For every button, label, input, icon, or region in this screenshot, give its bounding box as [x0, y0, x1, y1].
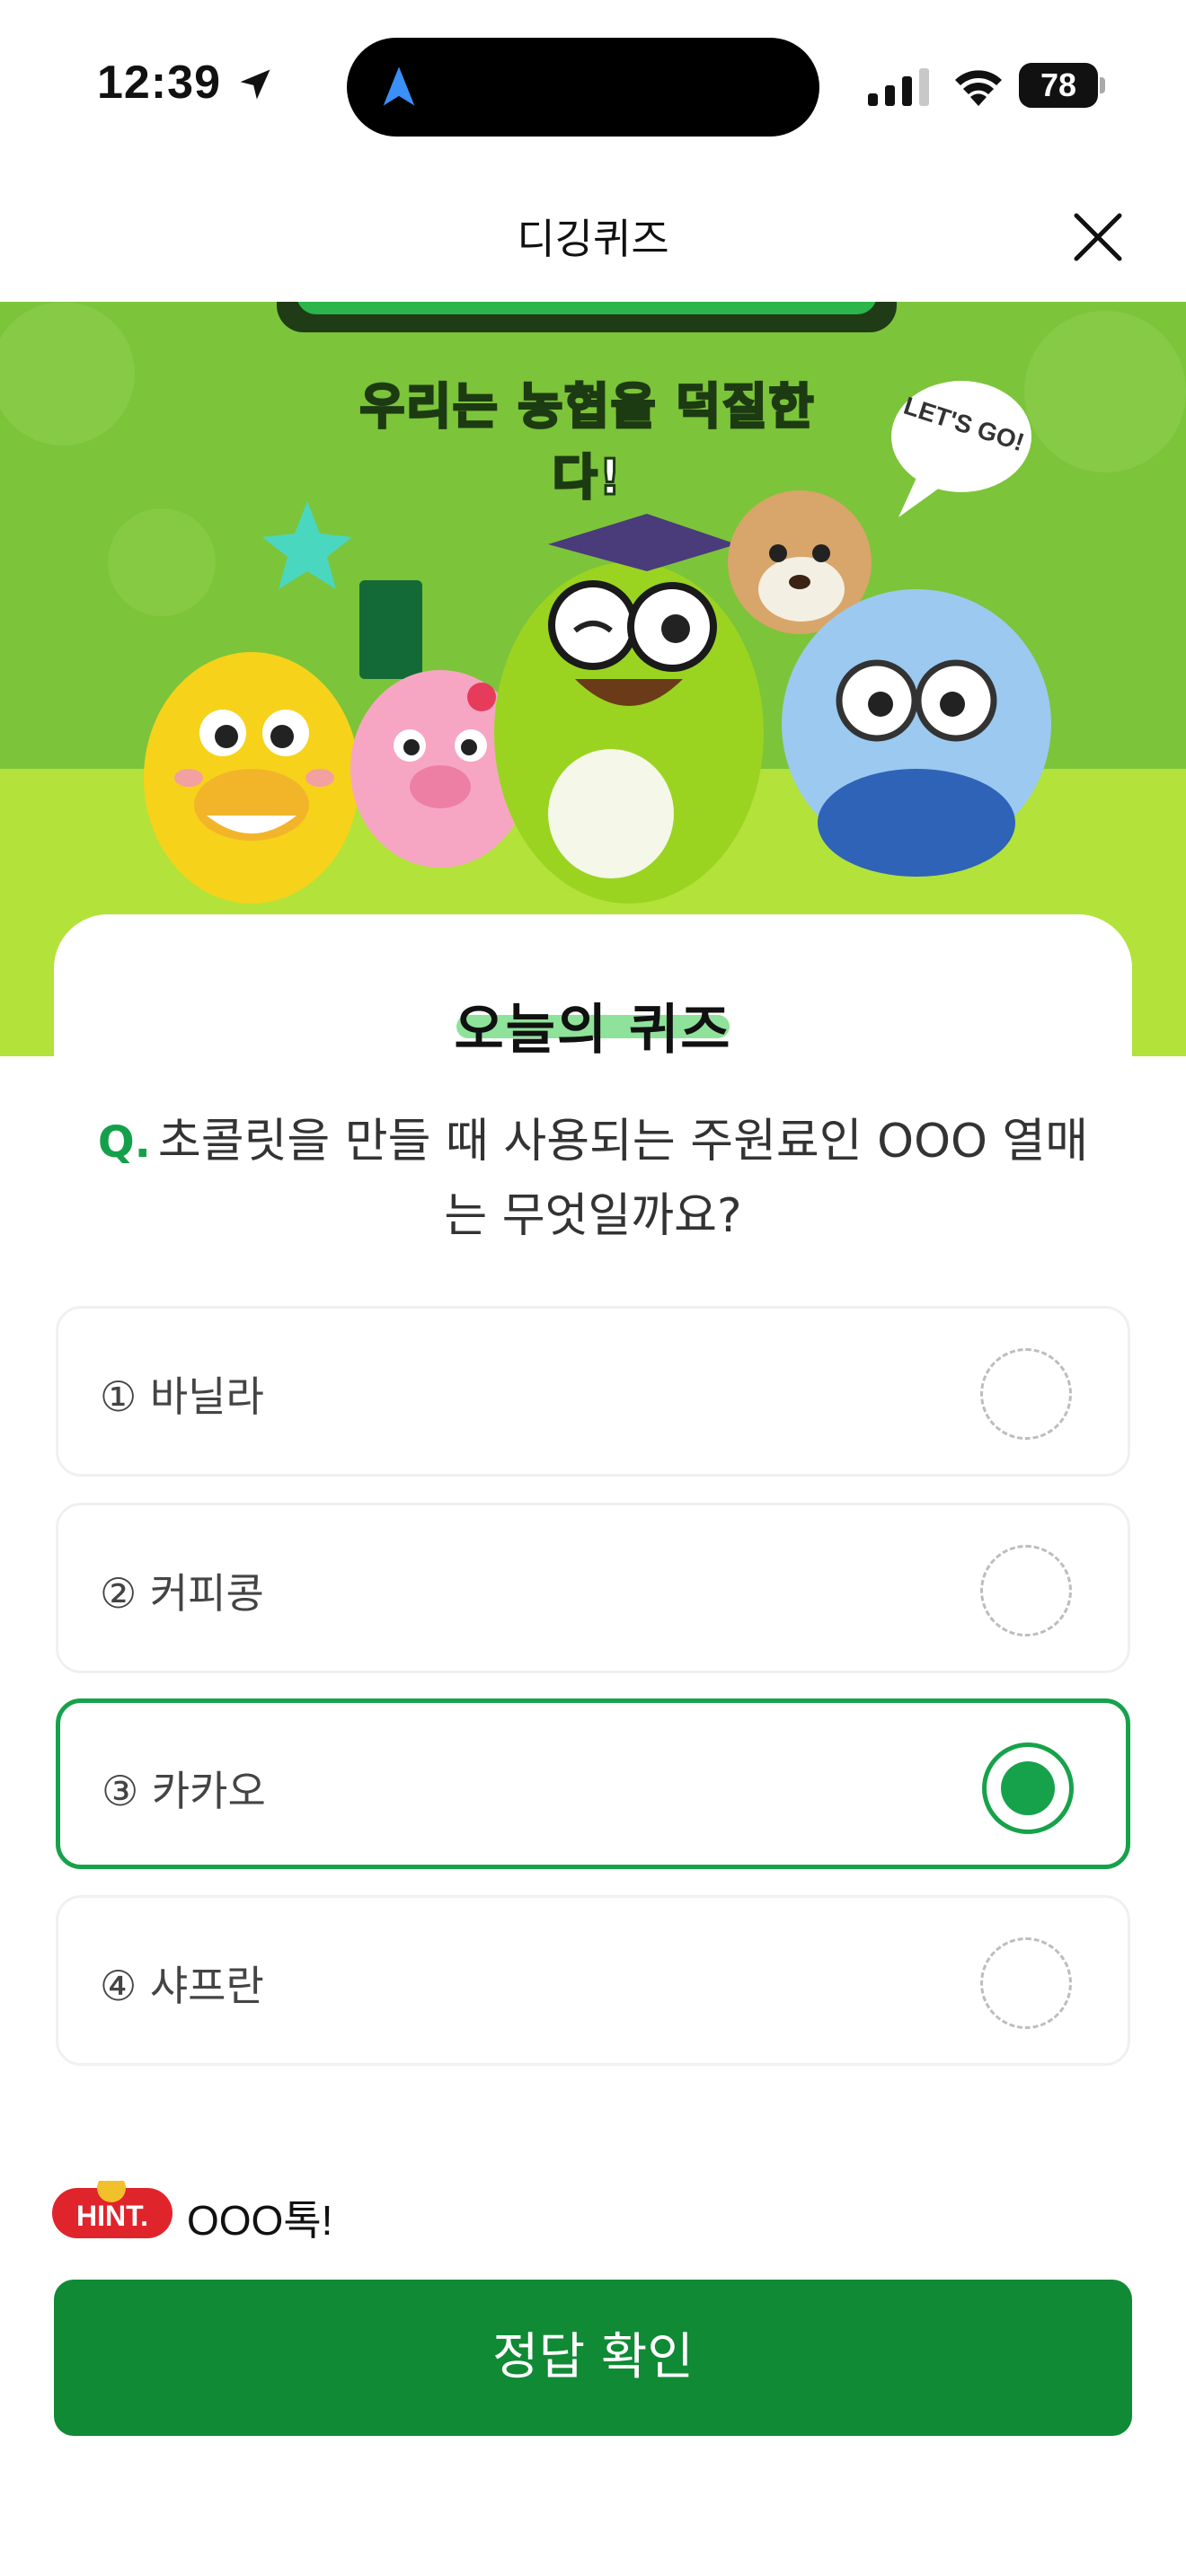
nav-header: 디깅퀴즈 [0, 171, 1186, 302]
check-answer-button[interactable]: 정답 확인 [54, 2280, 1132, 2436]
page-title: 디깅퀴즈 [517, 215, 669, 263]
location-arrow-icon [240, 69, 270, 100]
quiz-question: Q. 초콜릿을 만들 때 사용되는 주원료인 OOO 열매는 무엇일까요? [90, 1105, 1096, 1253]
battery-level: 78 [1040, 66, 1077, 103]
quiz-card-header: 오늘의 퀴즈 [54, 914, 1132, 1062]
answer-option-label: ③ 카카오 [102, 1767, 266, 1815]
battery-icon: 78 [1019, 63, 1105, 108]
radio-button[interactable] [980, 1937, 1072, 2029]
answer-option-label: ② 커피콩 [100, 1569, 264, 1618]
hint-badge-icon: HINT. [52, 2181, 173, 2238]
question-prefix: Q. [97, 1117, 151, 1168]
radio-button[interactable] [980, 1348, 1072, 1440]
cellular-signal-icon [868, 68, 929, 106]
hint-badge-text: HINT. [76, 2200, 148, 2232]
radio-button[interactable] [980, 1545, 1072, 1636]
answer-option-1[interactable]: ① 바닐라 [56, 1306, 1130, 1477]
quiz-card-title: 오늘의 퀴즈 [454, 999, 732, 1062]
question-text: 초콜릿을 만들 때 사용되는 주원료인 OOO 열매는 무엇일까요? [157, 1115, 1089, 1243]
answer-option-4[interactable]: ④ 샤프란 [56, 1895, 1130, 2066]
status-bar: 12:39 78 [0, 0, 1186, 171]
radio-button-selected[interactable] [982, 1742, 1074, 1834]
answer-option-label: ④ 샤프란 [100, 1962, 264, 2010]
status-time: 12:39 [97, 57, 221, 109]
radio-selected-dot [1001, 1761, 1055, 1815]
wifi-icon [955, 70, 1002, 106]
hint-row: HINT. OOO톡! [52, 2141, 591, 2244]
banner-slogan-text: 우리는 농협을 덕질한다! [358, 377, 816, 507]
answer-option-3[interactable]: ③ 카카오 [56, 1698, 1130, 1869]
hint-text: OOO톡! [187, 2197, 333, 2244]
navigation-arrow-icon [383, 66, 415, 106]
close-icon[interactable] [1064, 203, 1132, 271]
answer-option-label: ① 바닐라 [100, 1372, 264, 1421]
banner-slogan: 우리는 농협을 덕질한다! [325, 359, 850, 507]
answer-option-2[interactable]: ② 커피콩 [56, 1503, 1130, 1673]
